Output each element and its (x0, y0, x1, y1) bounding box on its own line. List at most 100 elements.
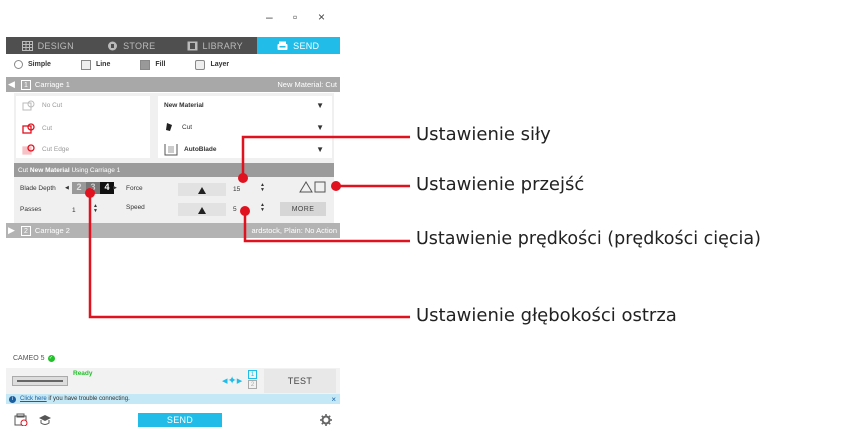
banner-close-button[interactable]: × (331, 395, 336, 404)
passes-value[interactable]: 1 (72, 207, 76, 214)
cutter-settings-icon[interactable] (14, 413, 28, 426)
grid-icon (21, 40, 33, 51)
blade-icon (166, 123, 172, 131)
blade-depth-option[interactable]: 2 (72, 182, 86, 194)
library-icon (187, 41, 198, 50)
action-select[interactable]: Cut ▼ (164, 122, 324, 132)
more-button[interactable]: MORE (280, 202, 326, 216)
force-slider[interactable] (178, 183, 226, 196)
passes-stepper[interactable]: ▲ ▼ (93, 204, 98, 214)
option-label: No Cut (42, 102, 63, 109)
force-annotation: Ustawienie siły (416, 124, 551, 145)
carriage-number: 2 (20, 225, 31, 236)
tab-send[interactable]: SEND (256, 37, 340, 54)
cut-icon (22, 123, 35, 134)
force-value[interactable]: 15 (233, 186, 240, 193)
cut-summary-bar: Cut New Material Using Carriage 1 (14, 163, 334, 177)
info-icon: i (9, 395, 16, 403)
tab-library[interactable]: LIBRARY (173, 37, 257, 54)
connection-help-banner: i Click here if you have trouble connect… (6, 394, 340, 404)
blade-depth-label: Blade Depth (20, 185, 56, 192)
fill-icon (140, 59, 151, 70)
main-tabs: DESIGN STORE LIBRARY SEND (6, 37, 340, 54)
help-link[interactable]: Click here (20, 396, 47, 402)
collapse-arrow-icon: ◀ (8, 79, 15, 89)
mode-layer[interactable]: Layer (195, 59, 230, 70)
material-select[interactable]: New Material ▼ (164, 101, 324, 110)
slider-handle-icon (198, 207, 206, 214)
carriage-label: Carriage 1 (34, 80, 70, 89)
device-status-bar: Ready ◂✦▸ 1 2 TEST (6, 368, 340, 394)
minimize-button[interactable]: – (266, 10, 273, 24)
blade-depth-selected[interactable]: 4 (100, 182, 114, 194)
option-label: Cut Edge (42, 146, 70, 153)
overcut-shape-icon[interactable] (298, 180, 328, 194)
mode-label: Fill (155, 61, 166, 68)
no-cut-icon (22, 100, 35, 111)
mode-line[interactable]: Line (80, 59, 111, 70)
carriage-label: Carriage 2 (34, 226, 70, 235)
move-arrows-icon[interactable]: ◂✦▸ (222, 374, 242, 387)
tab-label: LIBRARY (202, 40, 243, 51)
tab-label: STORE (123, 40, 156, 51)
tab-label: SEND (293, 40, 320, 51)
bottom-toolbar: SEND (6, 405, 340, 427)
blade-increase-arrow-icon[interactable]: ▶ (113, 185, 117, 191)
store-icon (108, 41, 118, 50)
tab-label: DESIGN (37, 40, 74, 51)
force-label: Force (126, 185, 143, 192)
send-button[interactable]: SEND (138, 413, 222, 427)
option-cut[interactable]: Cut (22, 123, 52, 134)
mode-label: Layer (210, 61, 230, 68)
speed-marker (240, 206, 250, 216)
summary-prefix: Cut (18, 166, 30, 174)
blade-depth-annotation: Ustawienie głębokości ostrza (416, 305, 677, 326)
option-no-cut[interactable]: No Cut (22, 100, 62, 111)
port-1[interactable]: 1 (248, 370, 257, 379)
maximize-button[interactable]: ▫ (293, 10, 297, 24)
select-value: AutoBlade (184, 146, 217, 153)
speed-value[interactable]: 5 (233, 206, 237, 213)
tutorial-cap-icon[interactable] (38, 414, 52, 426)
device-label: CAMEO 5 (13, 355, 45, 362)
close-button[interactable]: × (318, 10, 325, 24)
silhouette-send-panel: – ▫ × DESIGN STORE LIBRARY SEND Simple L… (0, 0, 340, 427)
dropdown-arrow-icon: ▼ (316, 145, 324, 154)
tab-design[interactable]: DESIGN (6, 37, 90, 54)
force-marker (238, 173, 248, 183)
layer-icon (195, 59, 206, 70)
summary-suffix: Using Carriage 1 (69, 166, 121, 174)
test-button[interactable]: TEST (264, 369, 336, 393)
select-value: Cut (182, 123, 193, 131)
carriage-2-header[interactable]: ▶ 2 Carriage 2 ardstock, Plain: No Actio… (6, 223, 340, 238)
ready-status: Ready (73, 370, 93, 377)
help-text: if you have trouble connecting. (46, 396, 130, 402)
send-mode-bar: Simple Line Fill Layer (6, 55, 340, 74)
cut-edge-icon (22, 144, 35, 155)
tab-store[interactable]: STORE (90, 37, 174, 54)
option-cut-edge[interactable]: Cut Edge (22, 144, 69, 155)
speed-stepper[interactable]: ▲ ▼ (260, 203, 265, 213)
gear-icon[interactable] (320, 414, 332, 426)
mode-simple[interactable]: Simple (14, 60, 51, 69)
expand-arrow-icon: ▶ (8, 225, 15, 235)
passes-annotation: Ustawienie przejść (416, 174, 585, 195)
carriage-1-header[interactable]: ◀ 1 Carriage 1 New Material: Cut (6, 77, 340, 92)
cutter-image-icon (12, 376, 68, 386)
autoblade-icon (164, 144, 178, 156)
cut-settings-panel: No Cut Cut Cut Edge New Material ▼ Cut ▼… (14, 93, 334, 230)
port-2[interactable]: 2 (248, 380, 257, 389)
line-icon (80, 59, 91, 70)
tool-select[interactable]: AutoBlade ▼ (164, 143, 324, 156)
option-label: Cut (42, 125, 53, 132)
passes-marker (331, 181, 341, 191)
device-name: CAMEO 5 ✓ (13, 355, 55, 362)
blade-decrease-arrow-icon[interactable]: ◀ (65, 185, 69, 191)
radio-icon (14, 60, 23, 69)
speed-slider[interactable] (178, 203, 226, 216)
mode-label: Line (95, 61, 111, 68)
carriage-number: 1 (20, 79, 31, 90)
mode-fill[interactable]: Fill (140, 59, 166, 70)
force-stepper[interactable]: ▲ ▼ (260, 183, 265, 193)
mode-label: Simple (28, 61, 51, 68)
